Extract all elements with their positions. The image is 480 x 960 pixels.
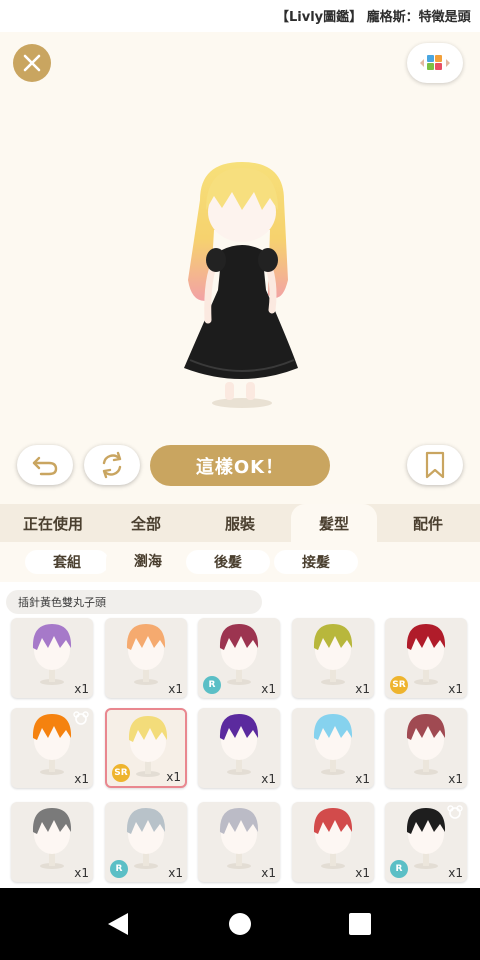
hair-item-card[interactable]: x1 bbox=[11, 618, 93, 698]
hair-item-card[interactable]: x1 bbox=[292, 802, 374, 882]
item-quantity: x1 bbox=[355, 772, 370, 786]
tab-accessories[interactable]: 配件 bbox=[380, 504, 476, 542]
home-nav-icon[interactable] bbox=[226, 910, 254, 938]
rarity-badge: R bbox=[110, 860, 128, 878]
rarity-badge: SR bbox=[390, 676, 408, 694]
color-palette-icon bbox=[420, 55, 450, 70]
bear-emblem-icon bbox=[447, 805, 463, 819]
hair-item-card[interactable]: x1 SR bbox=[385, 618, 467, 698]
item-quantity: x1 bbox=[74, 682, 89, 696]
item-quantity: x1 bbox=[448, 772, 463, 786]
hair-item-card[interactable]: x1 SR bbox=[105, 708, 187, 788]
tab-all[interactable]: 全部 bbox=[98, 504, 194, 542]
bookmark-icon bbox=[425, 451, 445, 479]
item-quantity: x1 bbox=[261, 772, 276, 786]
hair-item-card[interactable]: x1 bbox=[385, 708, 467, 788]
item-quantity: x1 bbox=[261, 866, 276, 880]
hair-preview-icon bbox=[219, 714, 259, 775]
item-quantity: x1 bbox=[448, 682, 463, 696]
undo-icon bbox=[32, 456, 58, 476]
ticker-text: 【Livly圖鑑】 龐格斯：特徵是頭 bbox=[276, 10, 471, 25]
rarity-badge: R bbox=[203, 676, 221, 694]
confirm-ok-button[interactable]: 這樣OK！ bbox=[150, 445, 330, 486]
avatar-figure bbox=[184, 162, 298, 408]
item-quantity: x1 bbox=[74, 866, 89, 880]
hair-preview-icon bbox=[126, 624, 166, 685]
rarity-badge: R bbox=[390, 860, 408, 878]
hair-item-card[interactable]: x1 R bbox=[198, 618, 280, 698]
notification-ticker: 【Livly圖鑑】 龐格斯：特徵是頭 bbox=[0, 0, 480, 32]
hair-item-card[interactable]: x1 bbox=[198, 708, 280, 788]
item-quantity: x1 bbox=[355, 866, 370, 880]
color-grid-button[interactable] bbox=[407, 43, 463, 83]
item-quantity: x1 bbox=[168, 682, 183, 696]
item-quantity: x1 bbox=[168, 866, 183, 880]
hair-preview-icon bbox=[32, 808, 72, 869]
close-icon bbox=[23, 54, 41, 72]
subtab-extensions[interactable]: 接髮 bbox=[274, 550, 358, 574]
selected-item-name: 插針黃色雙丸子頭 bbox=[6, 590, 262, 614]
hair-item-card[interactable]: x1 bbox=[105, 618, 187, 698]
undo-button[interactable] bbox=[17, 445, 73, 485]
tab-hairstyle[interactable]: 髮型 bbox=[291, 504, 377, 542]
hair-subtabs: 套組 瀏海 後髮 接髮 bbox=[0, 542, 480, 582]
item-quantity: x1 bbox=[166, 770, 181, 784]
hair-item-card[interactable]: x1 bbox=[292, 618, 374, 698]
hair-preview-icon bbox=[219, 808, 259, 869]
recents-nav-icon[interactable] bbox=[346, 910, 374, 938]
subtab-back-hair[interactable]: 後髮 bbox=[186, 550, 270, 574]
tab-clothing[interactable]: 服裝 bbox=[192, 504, 288, 542]
hair-item-card[interactable]: x1 bbox=[198, 802, 280, 882]
hair-item-card[interactable]: x1 bbox=[11, 708, 93, 788]
tab-in-use[interactable]: 正在使用 bbox=[5, 504, 101, 542]
hair-preview-icon bbox=[406, 714, 446, 775]
hair-preview-icon bbox=[32, 624, 72, 685]
close-button[interactable] bbox=[13, 44, 51, 82]
subtab-bangs[interactable]: 瀏海 bbox=[106, 546, 190, 576]
hair-item-card[interactable]: x1 R bbox=[105, 802, 187, 882]
item-grid: 插針黃色雙丸子頭 x1 x1 x1 Rx1 x1 SR x1 x1 SR x1 x1 x1 x1 x1 Rx… bbox=[0, 582, 480, 888]
rotate-button[interactable] bbox=[84, 445, 140, 485]
rotate-icon bbox=[102, 451, 122, 479]
hair-item-card[interactable]: x1 bbox=[11, 802, 93, 882]
hair-item-card[interactable]: x1 R bbox=[385, 802, 467, 882]
bookmark-button[interactable] bbox=[407, 445, 463, 485]
hair-item-card[interactable]: x1 bbox=[292, 708, 374, 788]
hair-preview-icon bbox=[313, 624, 353, 685]
category-tabs: 正在使用 全部 服裝 髮型 配件 bbox=[0, 504, 480, 542]
item-quantity: x1 bbox=[74, 772, 89, 786]
item-quantity: x1 bbox=[355, 682, 370, 696]
item-quantity: x1 bbox=[448, 866, 463, 880]
item-quantity: x1 bbox=[261, 682, 276, 696]
system-nav-bar bbox=[0, 888, 480, 960]
rarity-badge: SR bbox=[112, 764, 130, 782]
back-nav-icon[interactable] bbox=[104, 910, 132, 938]
bear-emblem-icon bbox=[73, 711, 89, 725]
hair-preview-icon bbox=[313, 714, 353, 775]
subtab-set[interactable]: 套組 bbox=[25, 550, 109, 574]
hair-preview-icon bbox=[313, 808, 353, 869]
